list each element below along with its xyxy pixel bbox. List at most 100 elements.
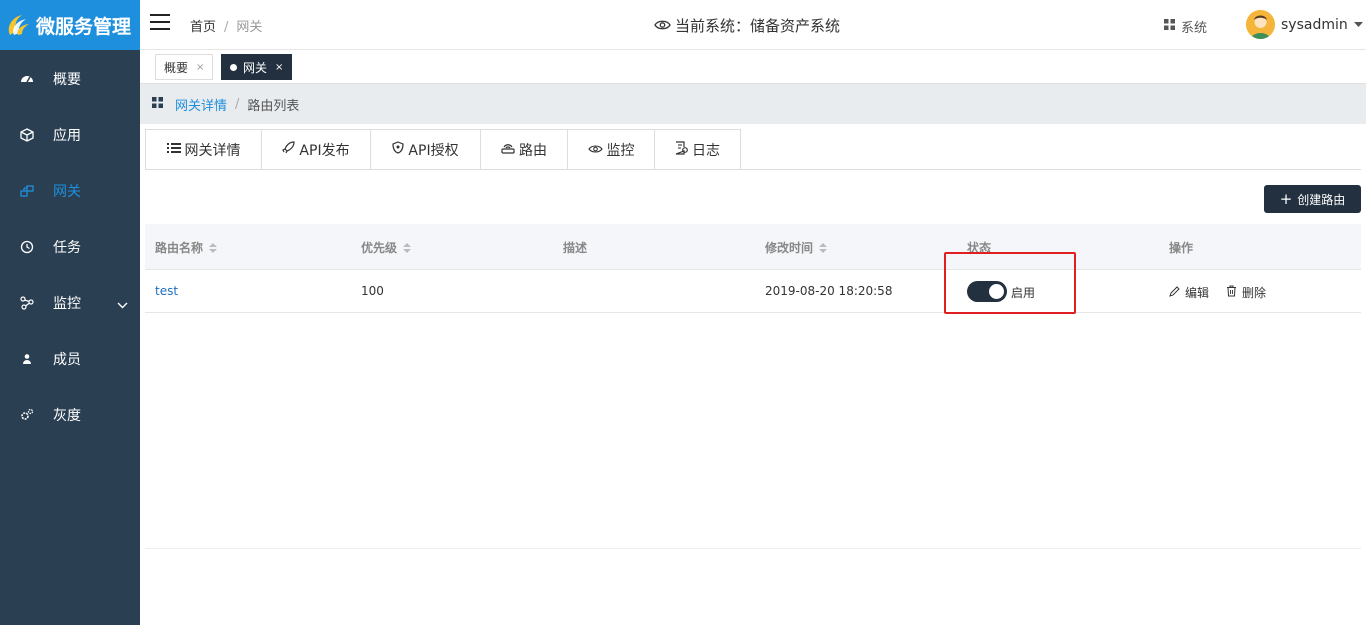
open-tabs-bar: 概要 × 网关 × [140,50,1366,84]
sidebar-item-label: 任务 [53,240,81,256]
top-header: 首页 / 网关 当前系统：储备资产系统 系统 sysadmin [140,0,1366,50]
col-modified[interactable]: 修改时间 [765,239,828,256]
sort-icon[interactable] [209,242,218,253]
sidebar-item-label: 成员 [53,352,81,368]
sidebar-item-tasks[interactable]: 任务 [0,219,140,275]
col-route-name[interactable]: 路由名称 [155,239,218,256]
logo-swirl-icon [4,11,32,39]
col-label: 状态 [967,241,992,255]
tab-label: 日志 [692,142,720,159]
sidebar-item-label: 灰度 [53,408,81,424]
delete-button[interactable]: 删除 [1226,284,1266,301]
tabs-divider [145,169,1361,170]
col-label: 描述 [563,241,588,255]
sub-breadcrumb-current: 路由列表 [247,98,300,114]
username: sysadmin [1281,16,1348,33]
current-system-label: 当前系统：储备资产系统 [675,17,841,35]
breadcrumb-current: 网关 [236,20,263,35]
monitor-icon [20,296,34,310]
sidebar-item-canary[interactable]: 灰度 [0,387,140,443]
grid-icon [152,96,163,112]
edit-button[interactable]: 编辑 [1169,284,1209,301]
tab-logs[interactable]: 日志 [654,129,741,170]
col-label: 操作 [1169,241,1194,255]
sub-breadcrumb-separator: / [235,96,240,112]
sidebar-item-label: 网关 [53,184,81,200]
breadcrumb: 首页 / 网关 [190,16,262,35]
col-label: 路由名称 [155,241,204,255]
tab-label: 网关 [243,60,268,75]
plus-icon: + [1279,189,1293,208]
tab-label: API授权 [408,142,459,159]
rocket-icon [282,141,299,158]
tab-label: 路由 [519,142,547,159]
sidebar-item-monitor[interactable]: 监控 [0,275,140,331]
sidebar-item-gateway[interactable]: 网关 [0,163,140,219]
clock-icon [20,240,34,254]
tab-api-auth[interactable]: API授权 [370,129,480,170]
logo[interactable]: 微服务管理 [0,0,140,50]
status-toggle[interactable] [967,281,1007,302]
user-icon [20,352,34,366]
tab-monitor[interactable]: 监控 [567,129,654,170]
sidebar-item-overview[interactable]: 概要 [0,51,140,107]
sidebar-item-label: 应用 [53,128,81,144]
col-actions: 操作 [1169,239,1193,256]
breadcrumb-separator: / [224,20,229,35]
tab-routes[interactable]: 路由 [480,129,567,170]
route-name-link[interactable]: test [155,284,178,298]
gateway-icon [20,184,34,198]
system-label: 系统 [1181,21,1208,36]
log-icon [675,140,692,159]
trash-icon [1226,285,1242,300]
tab-gateway-details[interactable]: 网关详情 [145,129,261,170]
tab-label: 网关详情 [184,142,241,159]
create-route-button[interactable]: + 创建路由 [1264,185,1361,213]
route-priority: 100 [361,284,384,298]
tab-api-publish[interactable]: API发布 [261,129,370,170]
tab-label: API发布 [299,142,350,159]
app-title: 微服务管理 [36,15,132,38]
current-system: 当前系统：储备资产系统 [654,15,840,36]
eye-icon [654,17,675,35]
status-label: 启用 [1011,286,1036,300]
sort-icon[interactable] [819,242,828,253]
cube-icon [20,128,34,142]
breadcrumb-home[interactable]: 首页 [190,20,216,35]
route-modified: 2019-08-20 18:20:58 [765,284,893,298]
system-button[interactable]: 系统 [1164,17,1207,36]
sidebar-item-label: 监控 [53,296,81,312]
edit-icon [1169,285,1185,300]
avatar [1246,10,1275,39]
close-icon[interactable]: × [275,62,283,73]
close-icon[interactable]: × [196,62,204,73]
delete-label: 删除 [1242,286,1267,300]
create-route-label: 创建路由 [1297,192,1346,207]
sort-icon[interactable] [403,242,412,253]
col-label: 优先级 [361,241,398,255]
user-menu[interactable]: sysadmin [1246,10,1363,39]
tab-gateway[interactable]: 网关 × [221,54,293,80]
col-status: 状态 [967,239,991,256]
gears-icon [20,408,34,422]
caret-down-icon [1353,17,1363,32]
eye-icon [587,142,607,158]
toggle-knob [989,284,1004,299]
active-dot-icon [230,63,237,71]
tab-label: 概要 [164,60,189,75]
col-description: 描述 [563,239,587,256]
menu-toggle-icon[interactable] [150,14,170,32]
col-label: 修改时间 [765,241,814,255]
sidebar-item-members[interactable]: 成员 [0,331,140,387]
edit-label: 编辑 [1185,286,1210,300]
sub-breadcrumb: 网关详情 / 路由列表 [140,84,1366,124]
col-priority[interactable]: 优先级 [361,239,412,256]
content-tabs: 网关详情 API发布 API授权 路由 监控 日志 [145,129,741,170]
tab-overview[interactable]: 概要 × [155,54,214,80]
sub-breadcrumb-parent[interactable]: 网关详情 [175,95,227,114]
list-icon [166,142,185,158]
chevron-down-icon [117,297,128,313]
table-row: test 100 2019-08-20 18:20:58 启用 编辑 删除 [145,270,1361,313]
sidebar-item-apps[interactable]: 应用 [0,107,140,163]
tab-label: 监控 [606,142,635,159]
